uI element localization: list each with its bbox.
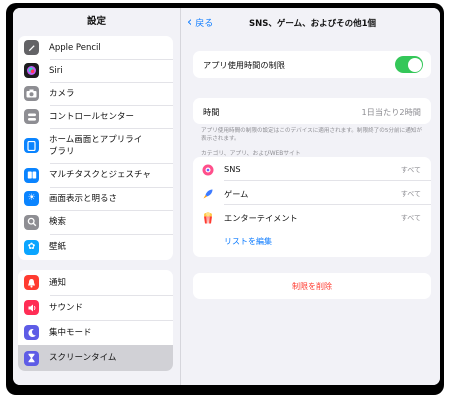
sidebar-item-wallpaper[interactable]: ✿ 壁紙 [18,234,173,260]
limit-toggle-label: アプリ使用時間の制限 [203,60,285,70]
moon-icon [24,325,39,340]
time-value: 1日当たり2時間 [361,107,421,117]
sidebar-item-label: Apple Pencil [49,42,101,53]
time-footnote: アプリ使用時間の制限の設定はこのデバイスに適用されます。制限終了の5分前に通知が… [201,128,422,142]
limit-toggle-row: アプリ使用時間の制限 [193,51,431,78]
list-item-entertainment[interactable]: エンターテイメント すべて [193,205,431,229]
time-label: 時間 [203,107,220,117]
sidebar-item-label: サウンド [49,302,84,313]
screen: 設定 Apple Pencil Siri カメラ コントロールセンター ホーム画… [13,8,440,385]
sidebar-item-control-center[interactable]: コントロールセンター [18,105,173,128]
siri-icon [24,63,39,78]
sidebar-item-apple-pencil[interactable]: Apple Pencil [18,36,173,59]
category-label: ゲーム [224,189,249,199]
back-button[interactable]: ‹ 戻る [187,14,214,30]
sidebar-item-label: 検索 [49,217,67,227]
sidebar-item-label: コントロールセンター [49,111,135,122]
sidebar-item-label: カメラ [49,88,75,99]
sns-icon [201,162,215,176]
wallpaper-icon: ✿ [24,239,39,255]
sidebar-item-focus[interactable]: 集中モード [18,320,173,345]
sidebar-item-label: Siri [49,65,63,76]
list-item-games[interactable]: ゲーム すべて [193,181,431,205]
sidebar: 設定 Apple Pencil Siri カメラ コントロールセンター ホーム画… [13,8,181,385]
sidebar-item-label: 画面表示と明るさ [49,193,118,204]
camera-icon [24,86,39,101]
sidebar-group: 通知 サウンド 集中モード スクリーンタイム [18,270,173,371]
time-row[interactable]: 時間 1日当たり2時間 [193,98,431,124]
category-value: すべて [400,190,421,198]
sidebar-item-label: スクリーンタイム [49,353,117,363]
sidebar-item-label: マルチタスクとジェスチャ [49,170,151,180]
sidebar-item-label: 集中モード [49,327,92,338]
delete-limit-row[interactable]: 制限を削除 [193,273,431,299]
hourglass-icon [24,350,39,366]
toggle-knob [407,57,422,72]
category-value: すべて [400,166,421,174]
delete-limit-button[interactable]: 制限を削除 [193,281,431,292]
rocket-icon [201,186,215,200]
sidebar-group: Apple Pencil Siri カメラ コントロールセンター ホーム画面とア… [18,36,173,260]
sidebar-item-sounds[interactable]: サウンド [18,295,173,320]
sidebar-item-search[interactable]: 検索 [18,210,173,234]
category-label: SNS [224,164,241,174]
limit-toggle-switch[interactable] [395,56,423,73]
sidebar-title: 設定 [86,16,106,27]
category-label: エンターテイメント [224,213,298,223]
popcorn-icon [201,210,215,224]
home-screen-icon [24,138,39,153]
brightness-icon: ☀ [24,191,39,206]
control-center-icon [24,109,39,124]
sidebar-item-multitasking[interactable]: マルチタスクとジェスチャ [18,163,173,187]
sidebar-item-camera[interactable]: カメラ [18,82,173,105]
sidebar-item-display[interactable]: ☀ 画面表示と明るさ [18,187,173,210]
sidebar-item-label: 通知 [49,277,67,288]
multitask-icon [24,167,39,183]
pencil-icon [24,40,39,55]
sidebar-item-siri[interactable]: Siri [18,59,173,82]
navigation-bar: ‹ 戻る SNS、ゲーム、およびその他1個 [181,8,440,36]
chevron-left-icon: ‹ [187,14,193,30]
sidebar-item-home-screen[interactable]: ホーム画面とアプリライブラリ [18,128,173,163]
sidebar-item-label: 壁紙 [49,242,67,252]
list-item-sns[interactable]: SNS すべて [193,157,431,181]
category-list: SNS すべて ゲーム すべて エンターテイメント すべて リストを編集 [193,157,431,257]
sidebar-item-screen-time[interactable]: スクリーンタイム [18,345,173,371]
bell-icon [24,275,39,290]
sidebar-item-label: ホーム画面とアプリライブラリ [49,134,143,157]
search-icon [24,214,39,230]
page-title: SNS、ゲーム、およびその他1個 [249,19,377,29]
sidebar-item-notifications[interactable]: 通知 [18,270,173,295]
back-label: 戻る [195,19,214,29]
category-value: すべて [400,214,421,222]
speaker-icon [24,300,39,315]
section-header: カテゴリ、アプリ、およびWEBサイト [201,151,301,157]
edit-list-link[interactable]: リストを編集 [224,236,272,247]
detail-pane: ‹ 戻る SNS、ゲーム、およびその他1個 アプリ使用時間の制限 時間 1日当た… [181,8,440,385]
